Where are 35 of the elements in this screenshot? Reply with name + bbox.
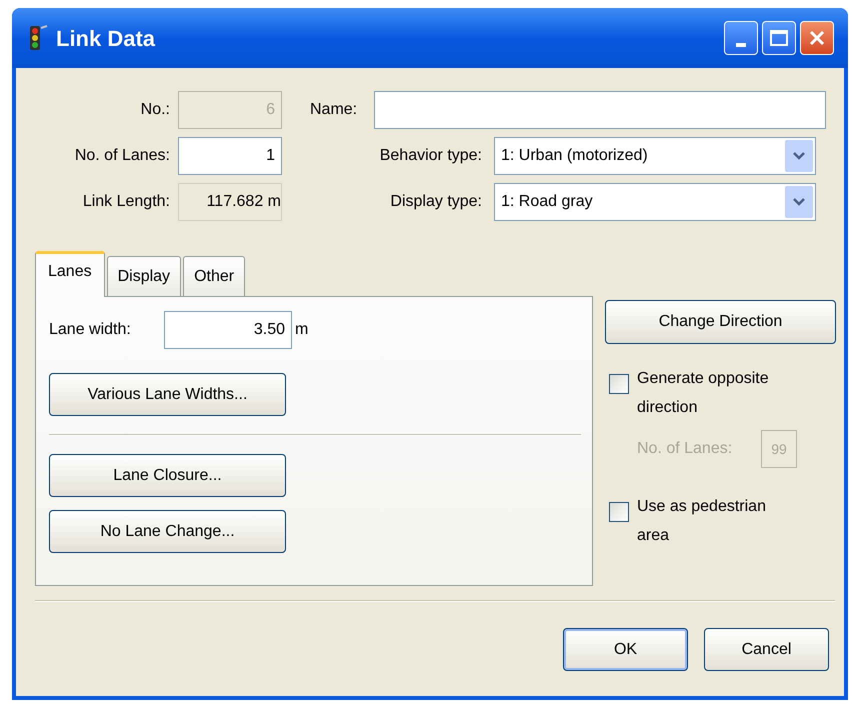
field-label: No. of Lanes: [74, 146, 171, 166]
lanes-field[interactable]: 1 [178, 137, 282, 175]
lane-width-field[interactable]: 3.50 [164, 311, 292, 349]
action-button[interactable]: Various Lane Widths... [49, 373, 286, 416]
checkbox[interactable] [609, 374, 629, 394]
field-label: Link Length: [82, 192, 171, 212]
maximize-button[interactable] [762, 21, 796, 55]
field-label: Display type: [389, 192, 483, 212]
display-type-dropdown[interactable]: 1: Road gray [494, 183, 816, 221]
checkbox[interactable] [609, 502, 629, 522]
field-label: Name: [310, 100, 358, 120]
field-label: Lane width: [49, 320, 132, 340]
checkbox-label: Use as pedestrian area [637, 497, 767, 546]
chevron-down-icon [793, 198, 805, 206]
unit-label: m [295, 320, 308, 340]
dialog-button[interactable]: OK [563, 628, 688, 671]
dialog-button[interactable]: Cancel [704, 628, 829, 671]
change-direction-button[interactable]: Change Direction [605, 300, 836, 344]
action-button[interactable]: No Lane Change... [49, 510, 286, 553]
field-label: No. of Lanes: [637, 439, 734, 459]
tab[interactable]: Display [106, 256, 182, 296]
behavior-type-dropdown[interactable]: 1: Urban (motorized) [494, 137, 816, 175]
close-button[interactable] [800, 21, 834, 55]
tab[interactable]: Lanes [35, 251, 105, 297]
link-length-field: 117.682 m [178, 183, 282, 221]
field-label: No.: [140, 100, 171, 120]
chevron-down-icon [793, 152, 805, 160]
tab[interactable]: Other [183, 256, 246, 296]
checkbox-label: Generate opposite direction [637, 369, 770, 418]
name-field[interactable] [374, 91, 826, 129]
minimize-button[interactable] [724, 21, 758, 55]
field-label: Behavior type: [378, 146, 483, 166]
action-button[interactable]: Lane Closure... [49, 454, 286, 497]
close-icon [808, 29, 826, 47]
window-title: Link Data [56, 24, 156, 52]
